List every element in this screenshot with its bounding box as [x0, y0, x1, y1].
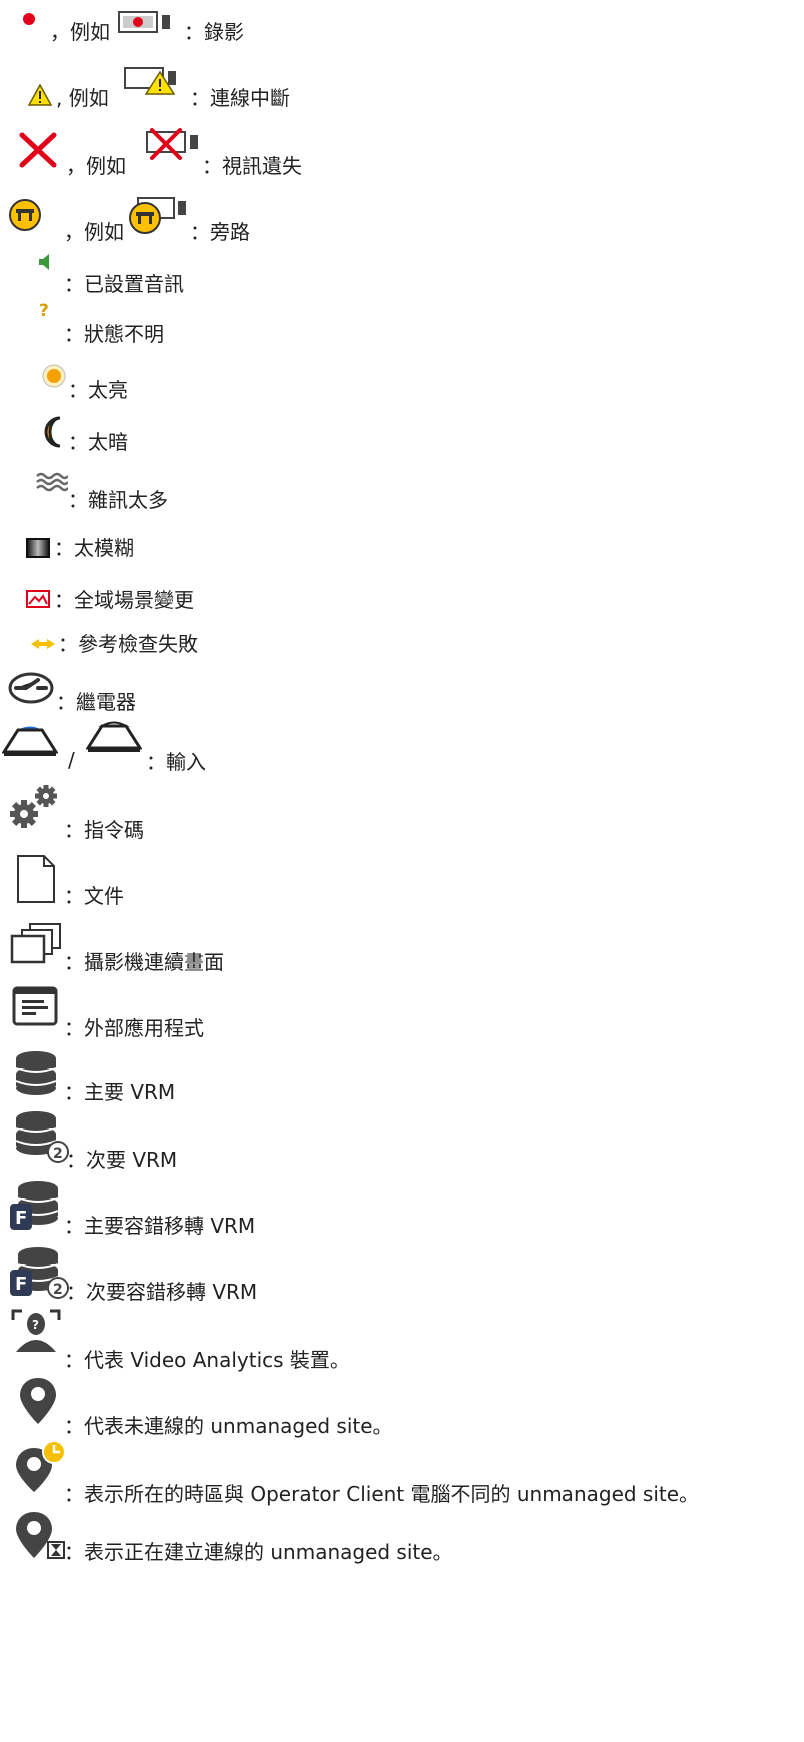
legend-label: ：主要容錯移轉 VRM	[64, 1214, 256, 1238]
legend-row-site: ：代表未連線的 unmanaged site。	[0, 1376, 804, 1438]
legend-label: ：太亮	[68, 378, 128, 402]
legend-label: ：旁路	[190, 220, 250, 244]
legend-label: ：輸入	[146, 750, 206, 774]
camera-recording-icon	[118, 10, 178, 34]
legend-row-recording: ，例如 ：錄影	[0, 2, 804, 62]
legend-label: ：已設置音訊	[64, 272, 184, 296]
legend-row-connection-lost: , 例如 ：連線中斷	[0, 66, 804, 126]
legend-label: ：攝影機連續畫面	[64, 950, 224, 974]
example-prefix: ，例如	[66, 154, 126, 178]
scene-change-icon	[26, 590, 50, 608]
legend-row-vrm-failover-primary: F ：主要容錯移轉 VRM	[0, 1176, 804, 1238]
camera-video-lost-icon	[146, 128, 206, 162]
legend-row-video-analytics: ? ：代表 Video Analytics 裝置。	[0, 1302, 804, 1372]
legend-row-input: / ：輸入	[0, 720, 804, 780]
svg-text:2: 2	[53, 1282, 63, 1298]
legend-label: ：狀態不明	[64, 322, 164, 346]
legend-label: ：錄影	[184, 20, 244, 44]
svg-text:F: F	[15, 1208, 27, 1229]
legend-label: ：代表 Video Analytics 裝置。	[64, 1348, 350, 1372]
legend-row-site-connecting: ：表示正在建立連線的 unmanaged site。	[0, 1508, 804, 1568]
legend-row-noise: ：雜訊太多	[0, 468, 804, 528]
bypass-icon	[8, 198, 42, 232]
svg-text:?: ?	[32, 1318, 39, 1332]
vrm-secondary-icon: 2	[14, 1110, 72, 1164]
external-app-icon	[12, 986, 62, 1026]
legend-row-document: ：文件	[0, 850, 804, 910]
site-pin-icon	[18, 1376, 58, 1426]
legend-label: ：繼電器	[56, 690, 136, 714]
legend-label: ：全域場景變更	[54, 588, 194, 612]
legend-label: ：表示正在建立連線的 unmanaged site。	[64, 1540, 453, 1564]
warning-triangle-icon	[28, 84, 52, 106]
reference-check-icon	[30, 638, 56, 650]
legend-label: ：視訊遺失	[202, 154, 302, 178]
legend-label: ：雜訊太多	[68, 488, 168, 512]
vrm-primary-icon	[14, 1050, 60, 1098]
vrm-failover-primary-icon: F	[10, 1180, 60, 1234]
example-prefix: ，例如	[50, 20, 110, 44]
legend-label: ：外部應用程式	[64, 1016, 204, 1040]
camera-warning-icon	[124, 66, 184, 96]
legend-label: ：次要容錯移轉 VRM	[66, 1280, 258, 1304]
blur-icon	[26, 538, 50, 558]
site-connecting-icon	[14, 1510, 70, 1562]
legend-row-camera-sequence: ：攝影機連續畫面	[0, 916, 804, 976]
legend-label: ：指令碼	[64, 818, 144, 842]
svg-text:2: 2	[53, 1146, 63, 1162]
record-dot-icon	[22, 12, 36, 26]
red-x-icon	[18, 132, 58, 168]
svg-text:F: F	[15, 1274, 27, 1295]
document-icon	[16, 854, 56, 904]
legend-row-bypass: ，例如 ：旁路	[0, 194, 804, 254]
relay-icon	[8, 670, 54, 704]
legend-label: ：次要 VRM	[66, 1148, 178, 1172]
legend-label: ：文件	[64, 884, 124, 908]
legend-label: ：參考檢查失敗	[58, 632, 198, 656]
input-separator: /	[68, 748, 75, 772]
legend-row-site-timezone: ：表示所在的時區與 Operator Client 電腦不同的 unmanage…	[0, 1440, 804, 1506]
legend-row-vrm-primary: ：主要 VRM	[0, 1044, 804, 1104]
site-timezone-icon	[14, 1440, 68, 1494]
legend-label: ：主要 VRM	[64, 1080, 176, 1104]
legend-label: ：連線中斷	[190, 86, 290, 110]
example-prefix: , 例如	[56, 86, 109, 110]
legend-row-vrm-secondary: 2 ：次要 VRM	[0, 1106, 804, 1172]
legend-row-script: ：指令碼	[0, 784, 804, 844]
input-active-icon	[2, 724, 58, 756]
moon-icon	[42, 416, 66, 448]
example-prefix: ，例如	[64, 220, 124, 244]
legend-label: ：代表未連線的 unmanaged site。	[64, 1414, 393, 1438]
camera-sequence-icon	[8, 922, 64, 964]
legend-row-video-lost: ，例如 ：視訊遺失	[0, 128, 804, 188]
vrm-failover-secondary-icon: F2	[10, 1246, 70, 1300]
camera-bypass-icon	[128, 196, 188, 236]
svg-text:?: ?	[39, 301, 49, 320]
gears-icon	[8, 784, 64, 828]
input-inactive-icon	[86, 720, 142, 752]
legend-label: ：太模糊	[54, 536, 134, 560]
legend-row-blur: ：太模糊	[0, 530, 804, 590]
question-mark-icon: ?	[38, 300, 52, 320]
speaker-icon	[38, 254, 50, 270]
legend-row-too-bright: ：太亮	[0, 360, 804, 420]
legend-label: ：表示所在的時區與 Operator Client 電腦不同的 unmanage…	[64, 1482, 700, 1506]
sun-icon	[42, 364, 66, 388]
legend-label: ：太暗	[68, 430, 128, 454]
video-analytics-icon: ?	[10, 1308, 62, 1356]
legend-row-vrm-failover-secondary: F2 ：次要容錯移轉 VRM	[0, 1240, 804, 1304]
legend-row-too-dark: ：太暗	[0, 412, 804, 472]
noise-icon	[36, 472, 68, 494]
legend-row-external-app: ：外部應用程式	[0, 980, 804, 1040]
legend-row-unknown: ? ：狀態不明	[0, 300, 804, 360]
